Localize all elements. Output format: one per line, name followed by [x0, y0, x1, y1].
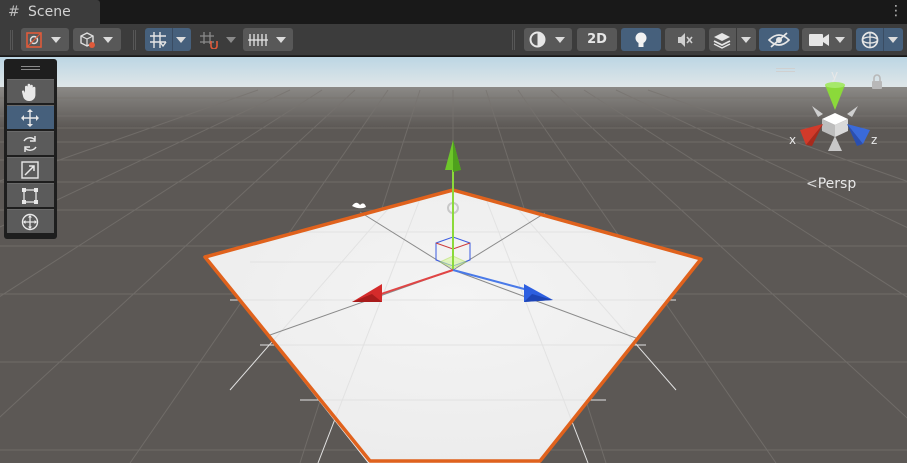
scene-toolbar: 2D: [0, 24, 907, 56]
chevron-down-icon: [51, 37, 61, 43]
chevron-down-icon: [226, 37, 236, 43]
audio-mute-icon: [678, 33, 693, 47]
move-tool[interactable]: [7, 105, 54, 129]
rotate-tool[interactable]: [7, 131, 54, 155]
render-mode-icon: [80, 32, 95, 48]
shading-icon: [529, 31, 546, 48]
chevron-down-icon: [835, 37, 845, 43]
mode-2d-toggle[interactable]: 2D: [577, 28, 617, 51]
scene-viewport[interactable]: y x z: [0, 57, 907, 463]
chevron-down-icon: [103, 37, 113, 43]
transform-icon: [21, 213, 39, 231]
scene-visibility-toggle[interactable]: [759, 28, 799, 51]
axis-label-x: x: [789, 133, 796, 147]
hand-tool[interactable]: [7, 79, 54, 103]
toolbar-grip[interactable]: [133, 30, 136, 50]
draw-mode-dropdown[interactable]: [21, 28, 69, 51]
toolbar-grip[interactable]: [10, 30, 13, 50]
rect-icon: [22, 188, 38, 204]
scale-tool[interactable]: [7, 157, 54, 181]
transform-tool[interactable]: [7, 209, 54, 233]
axis-label-y: y: [831, 68, 838, 82]
gizmo-drag-handle[interactable]: [776, 68, 795, 72]
chevron-down-icon: [555, 37, 565, 43]
chevron-down-icon: [888, 37, 898, 43]
palette-drag-handle[interactable]: [21, 66, 40, 70]
skybox: [0, 57, 907, 87]
tool-palette: [4, 59, 57, 239]
projection-label: Persp: [817, 176, 857, 192]
increment-snap-icon: [200, 32, 218, 49]
effects-icon: [713, 33, 731, 49]
move-icon: [21, 109, 39, 127]
camera-icon: [809, 34, 829, 46]
hand-icon: [21, 83, 36, 102]
render-mode-dropdown[interactable]: [73, 28, 121, 51]
rotate-icon: [23, 136, 37, 152]
increment-snap-dropdown[interactable]: [196, 28, 240, 51]
tab-title: Scene: [28, 4, 71, 20]
lighting-toggle[interactable]: [621, 28, 661, 51]
scale-icon: [21, 161, 39, 179]
hash-grid-icon: #: [8, 4, 20, 20]
grid-snap-icon: [150, 32, 167, 48]
shading-mode-dropdown[interactable]: [524, 28, 572, 51]
chevron-down-icon: [276, 37, 286, 43]
projection-toggle[interactable]: <Persp: [806, 176, 856, 192]
grid-snap-toggle[interactable]: [145, 28, 191, 51]
chevron-down-icon: [176, 37, 186, 43]
effects-dropdown[interactable]: [709, 28, 756, 51]
toolbar-grip[interactable]: [512, 30, 515, 50]
more-options-icon[interactable]: ⋮: [889, 3, 903, 19]
visibility-icon: [768, 32, 790, 48]
gizmos-dropdown[interactable]: [856, 28, 903, 51]
axis-label-z: z: [871, 133, 877, 147]
camera-settings-dropdown[interactable]: [802, 28, 852, 51]
tab-strip: # Scene ⋮: [0, 0, 907, 24]
grid-visibility-dropdown[interactable]: [243, 28, 293, 51]
audio-toggle[interactable]: [665, 28, 705, 51]
gizmos-icon: [861, 31, 879, 49]
chevron-left-icon: <: [806, 176, 818, 192]
chevron-down-icon: [741, 37, 751, 43]
scene-canvas: y x z: [0, 57, 907, 463]
rect-tool[interactable]: [7, 183, 54, 207]
lighting-icon: [635, 32, 647, 47]
draw-mode-icon: [26, 32, 42, 48]
tab-scene[interactable]: # Scene: [0, 0, 100, 24]
grid-visibility-icon: [248, 34, 268, 46]
